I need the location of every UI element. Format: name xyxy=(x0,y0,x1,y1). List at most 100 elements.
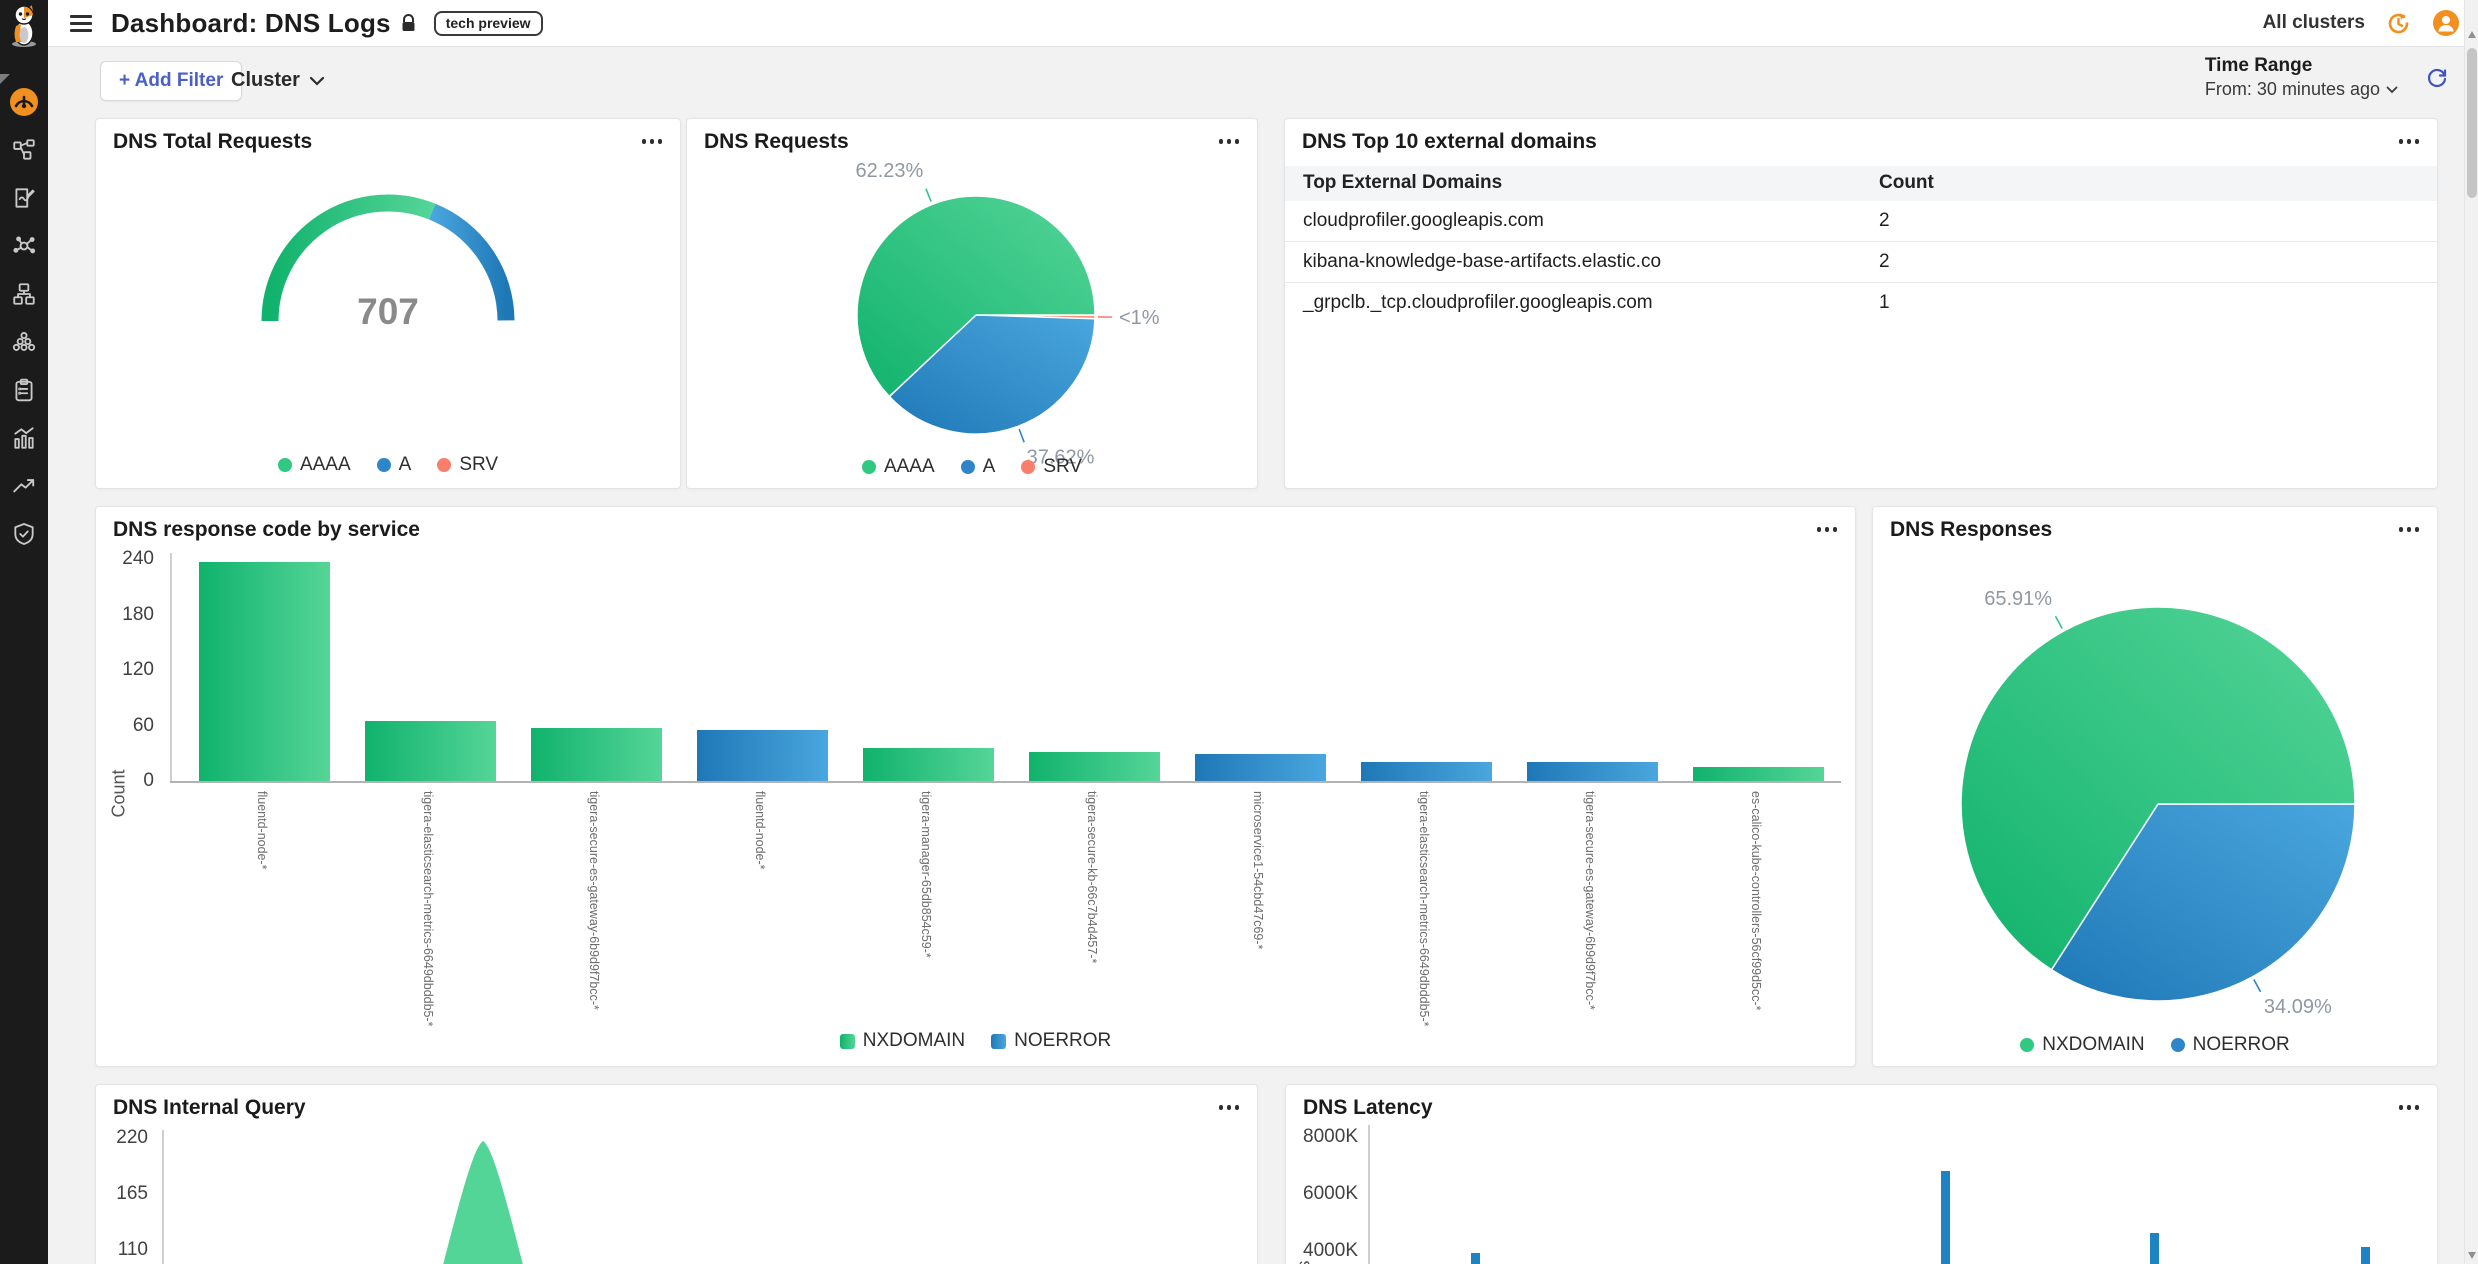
page-scrollbar[interactable] xyxy=(2464,0,2478,1264)
bar-NXDOMAIN[interactable] xyxy=(863,748,994,781)
legend-item[interactable]: NXDOMAIN xyxy=(2020,1034,2144,1056)
chevron-down-icon xyxy=(309,76,325,86)
sidebar-item-sitemap[interactable] xyxy=(0,270,48,318)
sidebar-item-flow-tree[interactable] xyxy=(0,126,48,174)
bar-NOERROR[interactable] xyxy=(1527,762,1658,781)
sidebar-item-policies[interactable] xyxy=(0,174,48,222)
legend-label: AAAA xyxy=(884,456,935,478)
sidebar-item-network-graph[interactable] xyxy=(0,222,48,270)
bar-category-label: tigera-secure-es-gateway-6b9d9f7bcc-* xyxy=(1583,791,1597,1029)
latency-bar[interactable] xyxy=(1471,1253,1480,1264)
legend-item[interactable]: A xyxy=(377,454,412,476)
bar-NXDOMAIN[interactable] xyxy=(1029,752,1160,781)
axis-tick: 120 xyxy=(96,659,154,681)
bar-category-label: tigera-secure-es-gateway-6b9d9f7bcc-* xyxy=(587,791,601,1029)
legend-label: A xyxy=(399,454,412,476)
pie-chart: <1%37.62%62.23% xyxy=(687,119,1257,488)
sidebar-item-dashboards[interactable] xyxy=(0,78,48,126)
bar-NOERROR[interactable] xyxy=(697,730,828,781)
y-axis-line xyxy=(1368,1125,1370,1264)
cluster-scope-selector[interactable]: All clusters xyxy=(2263,12,2365,34)
legend-item[interactable]: NXDOMAIN xyxy=(840,1030,965,1052)
latency-bar[interactable] xyxy=(2150,1233,2159,1264)
refresh-icon[interactable] xyxy=(2424,65,2450,91)
sidebar-item-cluster-nodes[interactable] xyxy=(0,318,48,366)
table-cell: cloudprofiler.googleapis.com xyxy=(1285,201,1861,242)
sidebar-item-bar-stats[interactable] xyxy=(0,414,48,462)
panel-menu-icon[interactable] xyxy=(1215,1096,1244,1119)
y-axis-label: Count xyxy=(109,714,130,874)
legend-label: A xyxy=(983,456,996,478)
bar-NXDOMAIN[interactable] xyxy=(531,728,662,781)
table-cell: kibana-knowledge-base-artifacts.elastic.… xyxy=(1285,242,1861,283)
legend-item[interactable]: AAAA xyxy=(862,456,935,478)
panel-menu-icon[interactable] xyxy=(2395,518,2424,541)
latency-bar[interactable] xyxy=(2361,1247,2370,1264)
column-header[interactable]: Count xyxy=(1861,166,2437,201)
user-avatar[interactable] xyxy=(2432,9,2460,37)
history-icon[interactable] xyxy=(2385,10,2412,37)
legend-item[interactable]: NOERROR xyxy=(2171,1034,2290,1056)
scrollbar-thumb[interactable] xyxy=(2467,48,2477,198)
panel-title: DNS Internal Query xyxy=(113,1096,306,1120)
legend-marker-icon xyxy=(437,458,451,472)
bar-NOERROR[interactable] xyxy=(1361,762,1492,781)
table-row: kibana-knowledge-base-artifacts.elastic.… xyxy=(1285,242,2437,283)
panel-menu-icon[interactable] xyxy=(2395,1096,2424,1119)
bar-NXDOMAIN[interactable] xyxy=(1693,767,1824,781)
panel-menu-icon[interactable] xyxy=(638,130,667,153)
bar-category-label: microservice1-54cbd47c69-* xyxy=(1251,791,1265,1029)
panel-title: DNS response code by service xyxy=(113,518,420,542)
cluster-dropdown[interactable]: Cluster xyxy=(231,69,325,92)
legend-item[interactable]: SRV xyxy=(437,454,498,476)
legend-item[interactable]: SRV xyxy=(1021,456,1082,478)
table-cell: 2 xyxy=(1861,201,2437,242)
page-title: Dashboard: DNS Logs xyxy=(111,8,391,39)
bar-category-label: fluentd-node-* xyxy=(255,791,269,1029)
legend-marker-icon xyxy=(862,460,876,474)
legend-item[interactable]: A xyxy=(961,456,996,478)
topbar: Dashboard: DNS Logs tech preview All clu… xyxy=(48,0,2478,47)
axis-tick: 180 xyxy=(96,604,154,626)
bar-NXDOMAIN[interactable] xyxy=(365,721,496,781)
y-axis-line xyxy=(170,553,172,781)
legend-item[interactable]: AAAA xyxy=(278,454,351,476)
panel-menu-icon[interactable] xyxy=(2395,130,2424,153)
legend-marker-icon xyxy=(377,458,391,472)
legend-label: SRV xyxy=(1043,456,1082,478)
sidebar-item-shield-check[interactable] xyxy=(0,510,48,558)
bar-category-label: tigera-elasticsearch-metrics-6649dbddb5-… xyxy=(1417,791,1431,1029)
legend-label: NOERROR xyxy=(1014,1030,1111,1052)
panel-dns-responses: DNS Responses 34.09%65.91% NXDOMAINNOERR… xyxy=(1872,506,2438,1067)
chart-legend: NXDOMAIN NOERROR xyxy=(96,1030,1855,1052)
add-filter-button[interactable]: + Add Filter xyxy=(100,61,242,101)
x-axis-line xyxy=(170,781,1841,783)
bar-NXDOMAIN[interactable] xyxy=(199,562,330,781)
chart-legend: NXDOMAIN NOERROR xyxy=(1873,1034,2437,1056)
legend-label: NOERROR xyxy=(2193,1034,2290,1056)
panel-menu-icon[interactable] xyxy=(1813,518,1842,541)
sidebar-item-trend-up[interactable] xyxy=(0,462,48,510)
panel-dns-total-requests: DNS Total Requests 707 AAAAASRV xyxy=(95,118,681,489)
area-spike[interactable] xyxy=(415,1141,551,1264)
scroll-down-arrow-icon[interactable] xyxy=(2468,1252,2476,1259)
chevron-down-icon xyxy=(2386,86,2398,94)
chart-legend: AAAAASRV xyxy=(96,454,680,476)
bar-category-label: tigera-elasticsearch-metrics-6649dbddb5-… xyxy=(421,791,435,1029)
column-header[interactable]: Top External Domains xyxy=(1285,166,1861,201)
legend-label: NXDOMAIN xyxy=(2042,1034,2144,1056)
panel-title: DNS Latency xyxy=(1303,1096,1433,1120)
panel-menu-icon[interactable] xyxy=(1215,130,1244,153)
table-cell: 2 xyxy=(1861,242,2437,283)
time-range-control[interactable]: Time Range From: 30 minutes ago xyxy=(2205,55,2398,100)
bar-NOERROR[interactable] xyxy=(1195,754,1326,781)
latency-bar[interactable] xyxy=(1941,1171,1950,1264)
legend-item[interactable]: NOERROR xyxy=(991,1030,1111,1052)
calico-cat-logo[interactable] xyxy=(3,2,45,48)
sidebar-item-clipboard[interactable] xyxy=(0,366,48,414)
scroll-up-arrow-icon[interactable] xyxy=(2468,31,2476,38)
lock-icon xyxy=(400,14,417,33)
legend-marker-icon xyxy=(840,1034,855,1049)
cluster-dropdown-label: Cluster xyxy=(231,69,300,92)
menu-icon[interactable] xyxy=(66,11,96,36)
